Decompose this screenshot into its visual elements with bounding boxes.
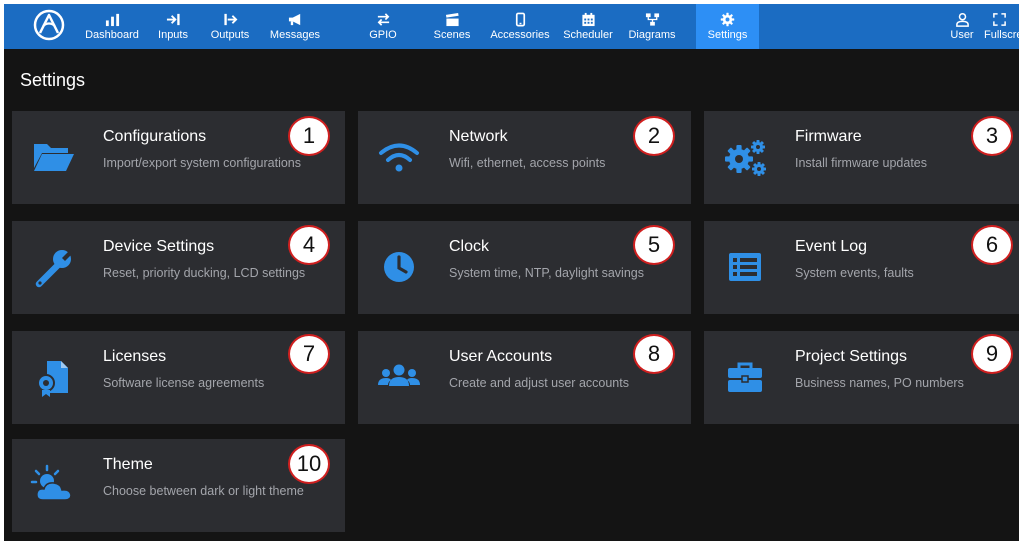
card-title: Project Settings <box>795 348 908 365</box>
user-icon <box>955 12 969 27</box>
nav-outputs[interactable]: Outputs <box>206 4 254 49</box>
card-title: Theme <box>103 456 153 473</box>
callout-badge-4: 4 <box>288 225 330 265</box>
callout-badge-10: 10 <box>288 444 330 484</box>
nav-label: Diagrams <box>628 29 676 41</box>
nav-label: Scenes <box>433 29 471 41</box>
card-title: Clock <box>449 238 490 255</box>
nav-label: Outputs <box>210 29 250 41</box>
gear-icon <box>720 12 735 27</box>
nav-inputs[interactable]: Inputs <box>151 4 195 49</box>
card-description: Business names, PO numbers <box>795 376 964 390</box>
callout-badge-9: 9 <box>971 334 1013 374</box>
inputs-icon <box>166 13 180 26</box>
nav-settings[interactable]: Settings <box>696 4 759 49</box>
nav-scenes[interactable]: Scenes <box>429 4 475 49</box>
nav-gpio[interactable]: GPIO <box>364 4 402 49</box>
card-description: Install firmware updates <box>795 156 928 170</box>
card-description: System time, NTP, daylight savings <box>449 266 644 280</box>
card-title: Configurations <box>103 128 207 145</box>
callout-badge-1: 1 <box>288 116 330 156</box>
gpio-icon <box>377 13 389 26</box>
app-window: Dashboard Inputs Outputs Messages GPIO S… <box>4 4 1019 541</box>
card-description: Create and adjust user accounts <box>449 376 629 390</box>
nav-label: Settings <box>707 29 748 41</box>
license-icon <box>30 354 76 400</box>
calendar-icon <box>581 12 595 27</box>
nav-scheduler[interactable]: Scheduler <box>559 4 617 49</box>
settings-card-firmware[interactable]: Firmware Install firmware updates <box>704 111 1019 204</box>
gears-icon <box>722 134 768 180</box>
outputs-icon <box>223 13 237 26</box>
nav-label: Inputs <box>158 29 188 41</box>
card-description: Wifi, ethernet, access points <box>449 156 606 170</box>
card-description: Reset, priority ducking, LCD settings <box>103 266 306 280</box>
nav-label: Scheduler <box>563 29 613 41</box>
card-title: Device Settings <box>103 238 215 255</box>
dashboard-icon <box>105 13 119 27</box>
diagram-icon <box>645 13 659 26</box>
callout-badge-8: 8 <box>633 334 675 374</box>
nav-diagrams[interactable]: Diagrams <box>622 4 682 49</box>
card-title: User Accounts <box>449 348 553 365</box>
megaphone-icon <box>288 13 300 26</box>
folder-icon <box>30 134 76 180</box>
top-nav-bar: Dashboard Inputs Outputs Messages GPIO S… <box>4 4 1019 49</box>
fullscreen-icon <box>993 13 1006 26</box>
card-description: Import/export system configurations <box>103 156 301 170</box>
list-icon <box>722 244 768 290</box>
settings-card-event-log[interactable]: Event Log System events, faults <box>704 221 1019 314</box>
callout-badge-7: 7 <box>288 334 330 374</box>
nav-label: Dashboard <box>85 29 139 41</box>
app-logo-icon[interactable] <box>31 7 67 43</box>
card-title: Event Log <box>795 238 868 255</box>
device-icon <box>515 12 525 27</box>
wifi-icon <box>376 134 422 180</box>
users-icon <box>376 354 422 400</box>
nav-accessories[interactable]: Accessories <box>487 4 553 49</box>
nav-fullscreen[interactable]: Fullscreen <box>984 4 1019 49</box>
callout-badge-3: 3 <box>971 116 1013 156</box>
nav-label: Messages <box>269 29 321 41</box>
callout-badge-6: 6 <box>971 225 1013 265</box>
nav-label: User <box>950 29 974 41</box>
card-description: System events, faults <box>795 266 914 280</box>
card-description: Software license agreements <box>103 376 265 390</box>
card-description: Choose between dark or light theme <box>103 484 304 498</box>
settings-card-project-settings[interactable]: Project Settings Business names, PO numb… <box>704 331 1019 424</box>
nav-messages[interactable]: Messages <box>263 4 327 49</box>
card-title: Licenses <box>103 348 167 365</box>
nav-label: Accessories <box>490 29 550 41</box>
nav-user[interactable]: User <box>945 4 979 49</box>
card-title: Firmware <box>795 128 862 145</box>
card-title: Network <box>449 128 508 145</box>
callout-badge-2: 2 <box>633 116 675 156</box>
clapperboard-icon <box>445 12 459 27</box>
callout-badge-5: 5 <box>633 225 675 265</box>
nav-label: Fullscreen <box>984 29 1019 41</box>
page-title: Settings <box>20 70 86 90</box>
nav-dashboard[interactable]: Dashboard <box>81 4 143 49</box>
briefcase-icon <box>722 354 768 400</box>
wrench-icon <box>30 244 76 290</box>
clock-icon <box>376 244 422 290</box>
nav-label: GPIO <box>369 29 397 41</box>
weather-icon <box>30 462 76 508</box>
